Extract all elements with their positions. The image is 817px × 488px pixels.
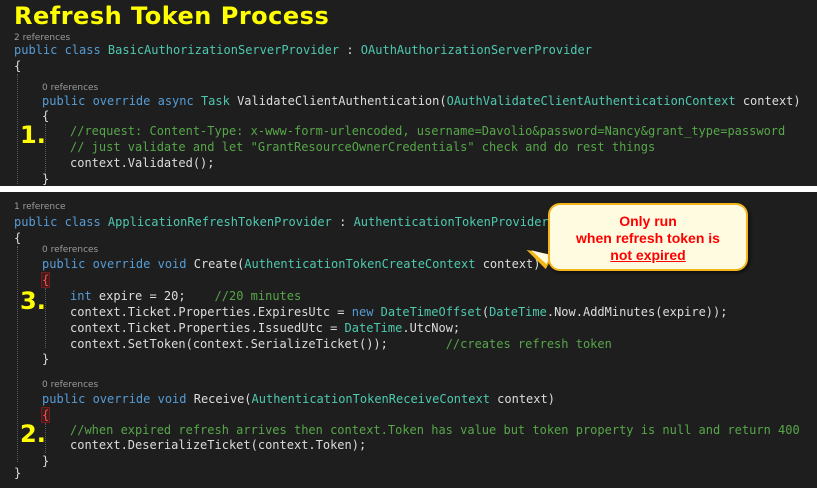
expires-utc-assignment: context.Ticket.Properties.ExpiresUtc = n… [70,305,728,319]
code-panel-basic-provider: Refresh Token Process 2 references publi… [0,0,817,186]
page-title: Refresh Token Process [14,2,330,30]
create-close-brace: } [42,352,50,366]
deserialize-call: context.DeserializeTicket(context.Token)… [70,438,367,452]
create-open-brace: { [40,272,51,288]
method-declaration: public override async Task ValidateClien… [42,94,801,108]
receive-references-lens[interactable]: 0 references [42,380,98,390]
indent-guide [17,246,18,462]
class-declaration: public class ApplicationRefreshTokenProv… [14,215,549,229]
create-references-lens[interactable]: 0 references [42,245,98,255]
validated-call: context.Validated(); [70,156,215,170]
callout-line: when refresh token is [576,230,720,246]
callout-line: Only run [619,213,677,229]
comment-line: //request: Content-Type: x-www-form-urle… [70,124,786,138]
class-declaration: public class BasicAuthorizationServerPro… [14,43,592,57]
issued-utc-assignment: context.Ticket.Properties.IssuedUtc = Da… [70,321,461,335]
callout-emphasis: not expired [610,247,686,263]
method-close-brace: } [42,172,50,186]
step-number-1: 1. [20,121,46,149]
class-open-brace: { [14,231,22,245]
receive-close-brace: } [42,454,50,468]
class-close-brace: } [14,466,22,480]
class-references-lens[interactable]: 1 reference [14,202,66,212]
create-method-declaration: public override void Create(Authenticati… [42,257,541,271]
step-number-2: 2. [20,420,46,448]
method-references-lens[interactable]: 0 references [42,83,98,93]
step-number-3: 3. [20,287,46,315]
set-token-call: context.SetToken(context.SerializeTicket… [70,337,612,351]
annotation-callout: Only run when refresh token is not expir… [548,203,748,271]
class-open-brace: { [14,59,22,73]
receive-comment: //when expired refresh arrives then cont… [70,423,800,437]
comment-line: // just validate and let "GrantResourceO… [70,140,656,154]
indent-guide [17,74,18,184]
receive-method-declaration: public override void Receive(Authenticat… [42,392,555,406]
expire-declaration: int expire = 20; //20 minutes [70,289,302,303]
